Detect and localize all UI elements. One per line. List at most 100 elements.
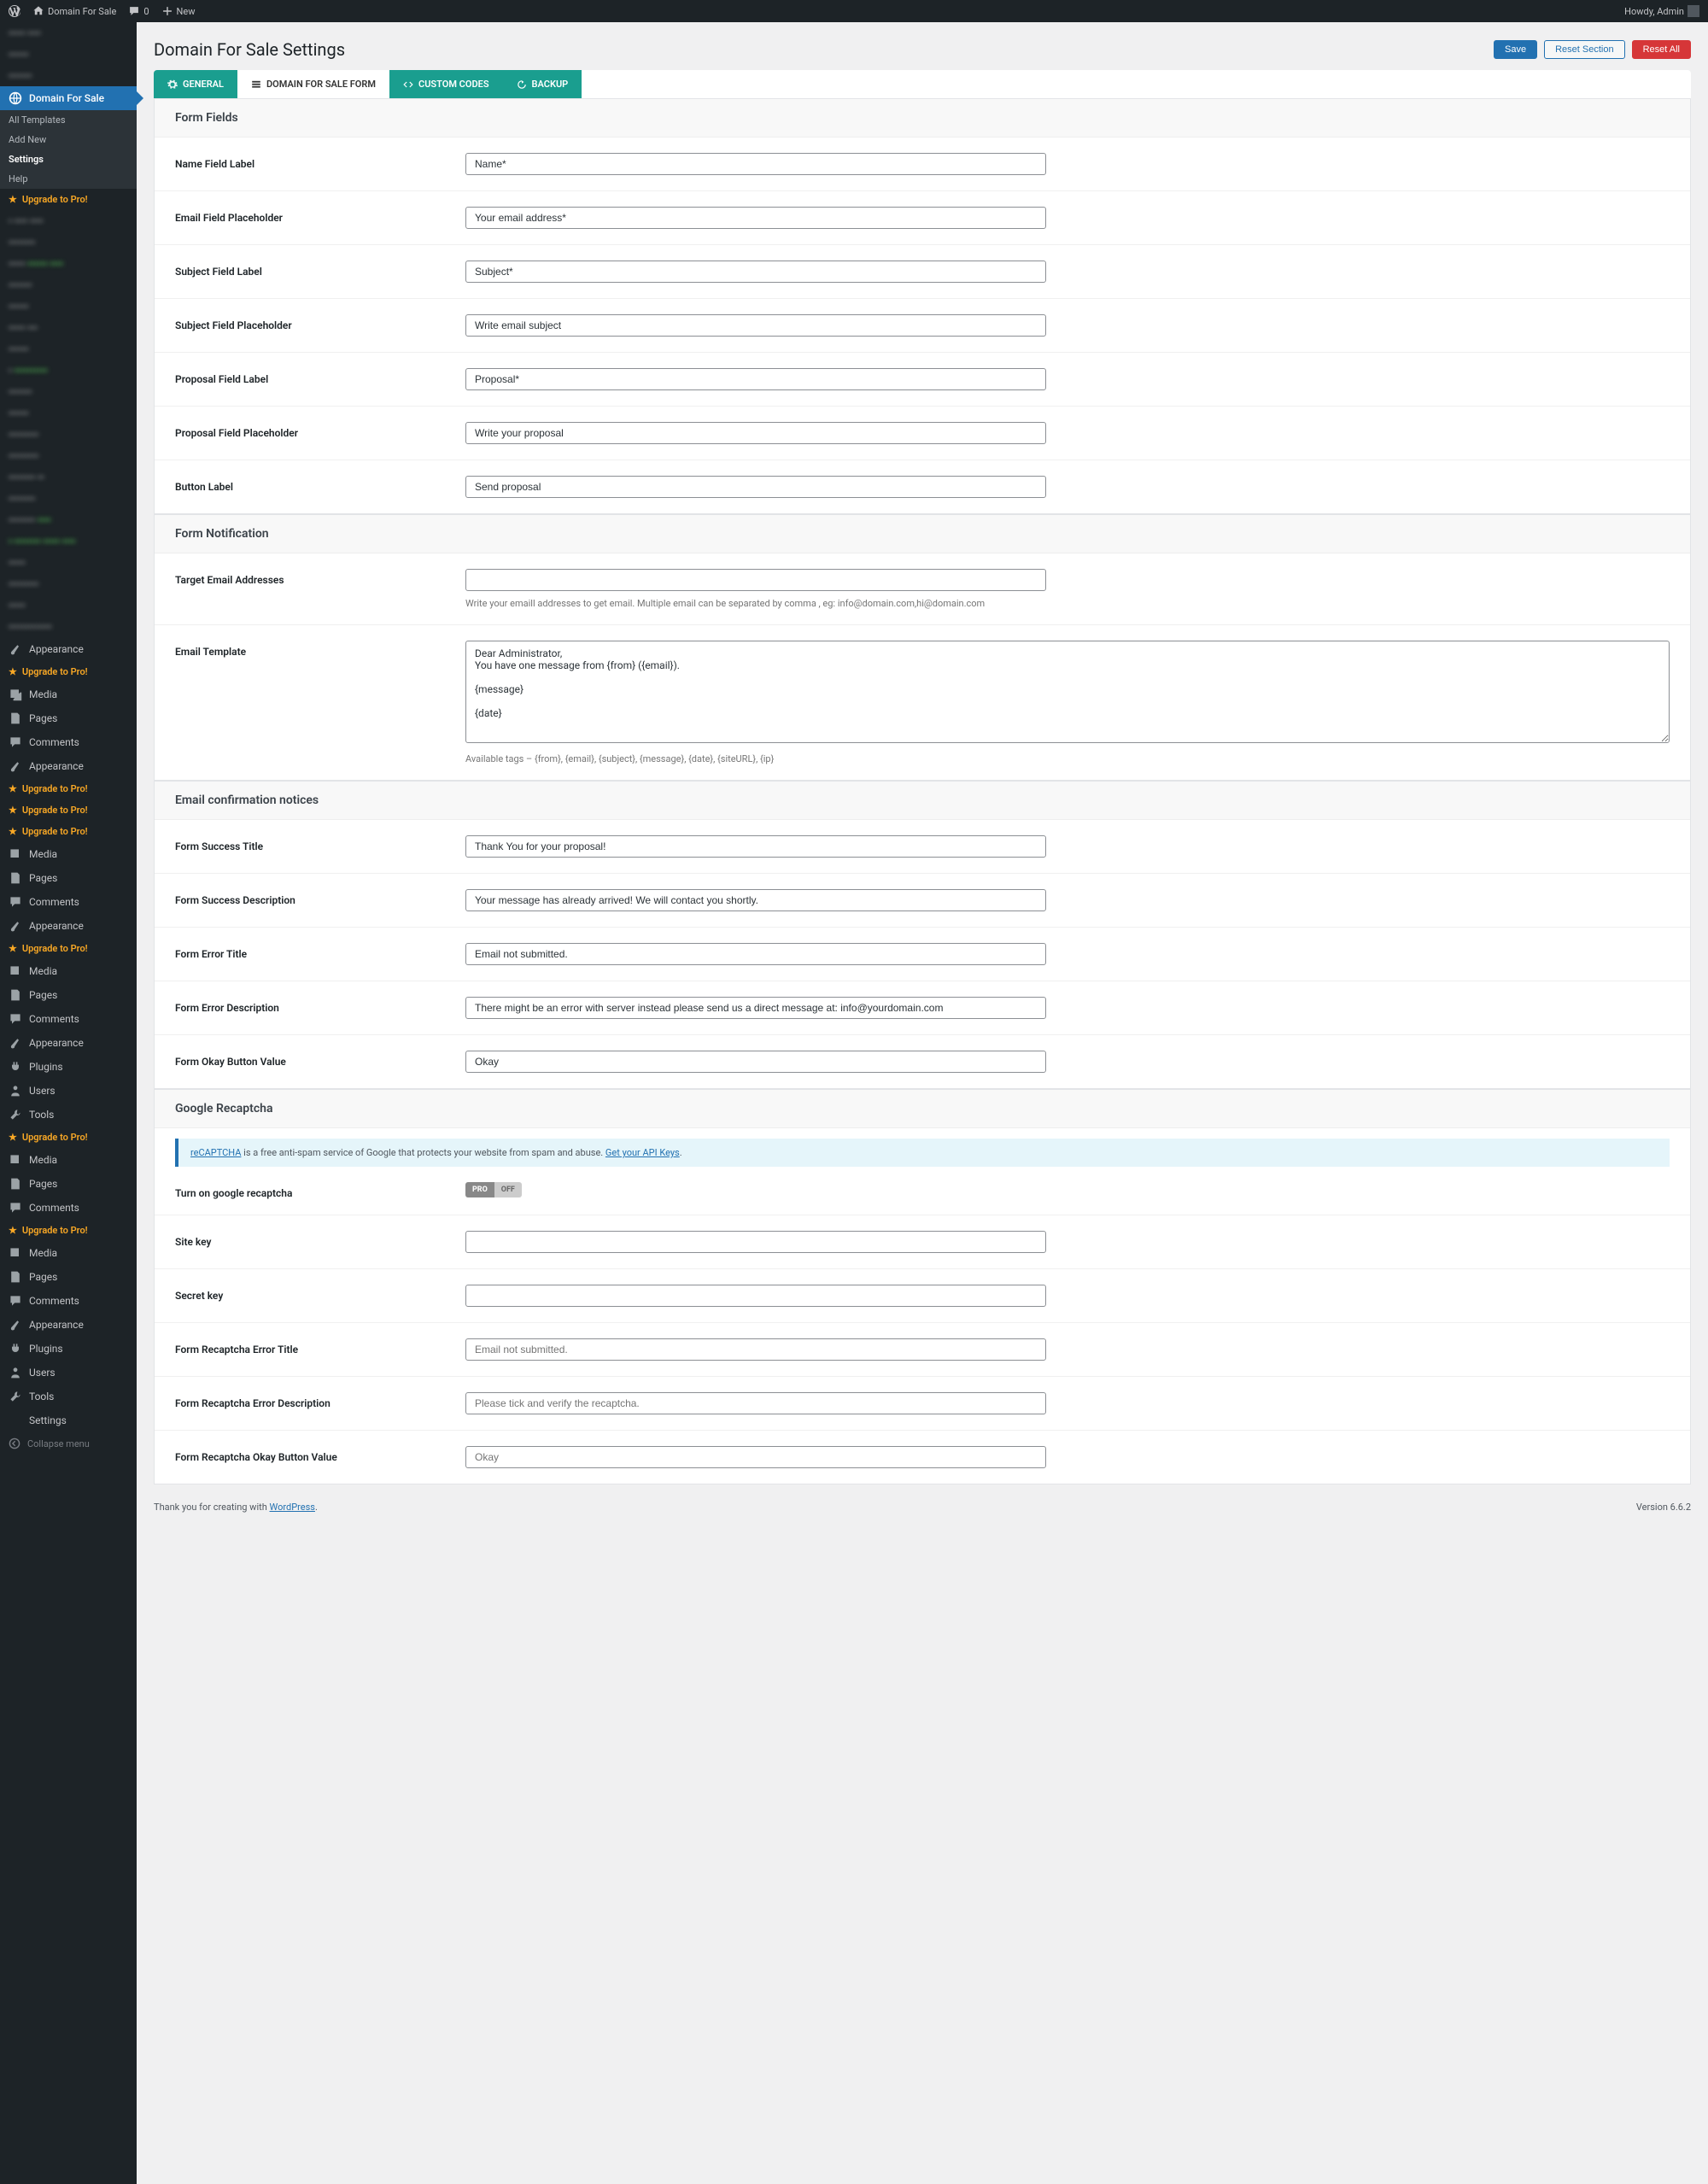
menu-comments-3[interactable]: Comments bbox=[0, 1007, 137, 1031]
input-okay-btn[interactable] bbox=[465, 1051, 1046, 1073]
upgrade-link-8[interactable]: ★Upgrade to Pro! bbox=[0, 1220, 137, 1241]
tab-custom-codes[interactable]: CUSTOM CODES bbox=[389, 70, 503, 98]
submenu-all-templates[interactable]: All Templates bbox=[0, 110, 137, 130]
comment-icon bbox=[128, 5, 140, 17]
toggle-recaptcha[interactable]: PROOFF bbox=[465, 1182, 522, 1197]
label-name-field: Name Field Label bbox=[175, 153, 465, 170]
star-icon: ★ bbox=[9, 1132, 17, 1143]
avatar bbox=[1688, 5, 1699, 17]
label-secret-key: Secret key bbox=[175, 1285, 465, 1302]
menu-media-5[interactable]: Media bbox=[0, 1241, 137, 1265]
menu-comments-4[interactable]: Comments bbox=[0, 1196, 137, 1220]
sliders-icon bbox=[9, 1414, 22, 1427]
media-icon bbox=[9, 847, 22, 861]
input-recaptcha-okay[interactable] bbox=[465, 1446, 1046, 1468]
tab-general[interactable]: GENERAL bbox=[154, 70, 237, 98]
label-email-ph: Email Field Placeholder bbox=[175, 207, 465, 224]
input-proposal-placeholder[interactable] bbox=[465, 422, 1046, 444]
menu-comments[interactable]: Comments bbox=[0, 730, 137, 754]
account-link[interactable]: Howdy, Admin bbox=[1624, 5, 1699, 17]
collapse-icon bbox=[9, 1437, 20, 1449]
input-proposal-label[interactable] bbox=[465, 368, 1046, 390]
menu-comments-5[interactable]: Comments bbox=[0, 1289, 137, 1313]
wordpress-link[interactable]: WordPress bbox=[270, 1502, 315, 1513]
upgrade-link-3[interactable]: ★Upgrade to Pro! bbox=[0, 778, 137, 799]
tab-form[interactable]: DOMAIN FOR SALE FORM bbox=[237, 70, 389, 98]
panel-recaptcha: Google Recaptcha reCAPTCHA is a free ant… bbox=[154, 1089, 1691, 1484]
brush-icon bbox=[9, 1036, 22, 1050]
menu-appearance-3[interactable]: Appearance bbox=[0, 914, 137, 938]
submenu-add-new[interactable]: Add New bbox=[0, 130, 137, 149]
submenu-help[interactable]: Help bbox=[0, 169, 137, 189]
input-site-key[interactable] bbox=[465, 1231, 1046, 1253]
comment-icon bbox=[9, 1012, 22, 1026]
tab-backup[interactable]: BACKUP bbox=[503, 70, 582, 98]
reset-all-button[interactable]: Reset All bbox=[1632, 40, 1691, 59]
menu-media[interactable]: Media bbox=[0, 682, 137, 706]
collapse-menu[interactable]: Collapse menu bbox=[0, 1432, 137, 1455]
input-error-desc[interactable] bbox=[465, 997, 1046, 1019]
menu-appearance-2[interactable]: Appearance bbox=[0, 754, 137, 778]
upgrade-link-5[interactable]: ★Upgrade to Pro! bbox=[0, 821, 137, 842]
upgrade-link-4[interactable]: ★Upgrade to Pro! bbox=[0, 799, 137, 821]
menu-plugins[interactable]: Plugins bbox=[0, 1055, 137, 1079]
input-secret-key[interactable] bbox=[465, 1285, 1046, 1307]
recaptcha-link[interactable]: reCAPTCHA bbox=[190, 1147, 241, 1158]
label-success-title: Form Success Title bbox=[175, 835, 465, 852]
upgrade-link[interactable]: ★Upgrade to Pro! bbox=[0, 189, 137, 210]
label-subject-ph: Subject Field Placeholder bbox=[175, 314, 465, 331]
sidebar-current-plugin[interactable]: Domain For Sale bbox=[0, 86, 137, 110]
input-error-title[interactable] bbox=[465, 943, 1046, 965]
menu-users-2[interactable]: Users bbox=[0, 1361, 137, 1385]
menu-appearance[interactable]: Appearance bbox=[0, 637, 137, 661]
input-button-label[interactable] bbox=[465, 476, 1046, 498]
label-proposal: Proposal Field Label bbox=[175, 368, 465, 385]
recaptcha-info: reCAPTCHA is a free anti-spam service of… bbox=[175, 1139, 1670, 1167]
input-email-placeholder[interactable] bbox=[465, 207, 1046, 229]
panel-confirmation: Email confirmation notices Form Success … bbox=[154, 781, 1691, 1089]
api-keys-link[interactable]: Get your API Keys bbox=[605, 1147, 680, 1158]
panel-notification: Form Notification Target Email Addresses… bbox=[154, 514, 1691, 781]
menu-media-2[interactable]: Media bbox=[0, 842, 137, 866]
input-success-title[interactable] bbox=[465, 835, 1046, 858]
admin-sidebar: ▪▪▪▪▪ ▪▪▪▪ ▪▪▪▪▪▪ ▪▪▪▪▪▪▪ Domain For Sal… bbox=[0, 22, 137, 2184]
menu-pages-5[interactable]: Pages bbox=[0, 1265, 137, 1289]
input-success-desc[interactable] bbox=[465, 889, 1046, 911]
home-icon bbox=[32, 5, 44, 17]
star-icon: ★ bbox=[9, 194, 17, 205]
star-icon: ★ bbox=[9, 783, 17, 794]
submenu-settings[interactable]: Settings bbox=[0, 149, 137, 169]
site-name-link[interactable]: Domain For Sale bbox=[32, 5, 116, 17]
menu-media-4[interactable]: Media bbox=[0, 1148, 137, 1172]
upgrade-link-6[interactable]: ★Upgrade to Pro! bbox=[0, 938, 137, 959]
section-title-form-fields: Form Fields bbox=[155, 99, 1690, 138]
save-button[interactable]: Save bbox=[1494, 40, 1537, 59]
menu-pages-3[interactable]: Pages bbox=[0, 983, 137, 1007]
menu-pages-4[interactable]: Pages bbox=[0, 1172, 137, 1196]
upgrade-link-7[interactable]: ★Upgrade to Pro! bbox=[0, 1127, 137, 1148]
input-recaptcha-err-title[interactable] bbox=[465, 1338, 1046, 1361]
menu-tools[interactable]: Tools bbox=[0, 1103, 137, 1127]
input-subject-label[interactable] bbox=[465, 261, 1046, 283]
input-subject-placeholder[interactable] bbox=[465, 314, 1046, 337]
menu-appearance-4[interactable]: Appearance bbox=[0, 1031, 137, 1055]
menu-plugins-2[interactable]: Plugins bbox=[0, 1337, 137, 1361]
menu-tools-2[interactable]: Tools bbox=[0, 1385, 137, 1408]
label-recaptcha-err-title: Form Recaptcha Error Title bbox=[175, 1338, 465, 1355]
comments-link[interactable]: 0 bbox=[128, 5, 149, 17]
menu-pages[interactable]: Pages bbox=[0, 706, 137, 730]
menu-pages-2[interactable]: Pages bbox=[0, 866, 137, 890]
menu-users[interactable]: Users bbox=[0, 1079, 137, 1103]
wp-logo[interactable] bbox=[9, 5, 20, 17]
new-link[interactable]: New bbox=[161, 5, 196, 17]
reset-section-button[interactable]: Reset Section bbox=[1544, 40, 1624, 59]
menu-comments-2[interactable]: Comments bbox=[0, 890, 137, 914]
menu-media-3[interactable]: Media bbox=[0, 959, 137, 983]
input-recaptcha-err-desc[interactable] bbox=[465, 1392, 1046, 1414]
menu-settings[interactable]: Settings bbox=[0, 1408, 137, 1432]
input-name-field-label[interactable] bbox=[465, 153, 1046, 175]
input-target-email[interactable] bbox=[465, 569, 1046, 591]
upgrade-link-2[interactable]: ★Upgrade to Pro! bbox=[0, 661, 137, 682]
menu-appearance-5[interactable]: Appearance bbox=[0, 1313, 137, 1337]
textarea-email-template[interactable] bbox=[465, 641, 1670, 743]
